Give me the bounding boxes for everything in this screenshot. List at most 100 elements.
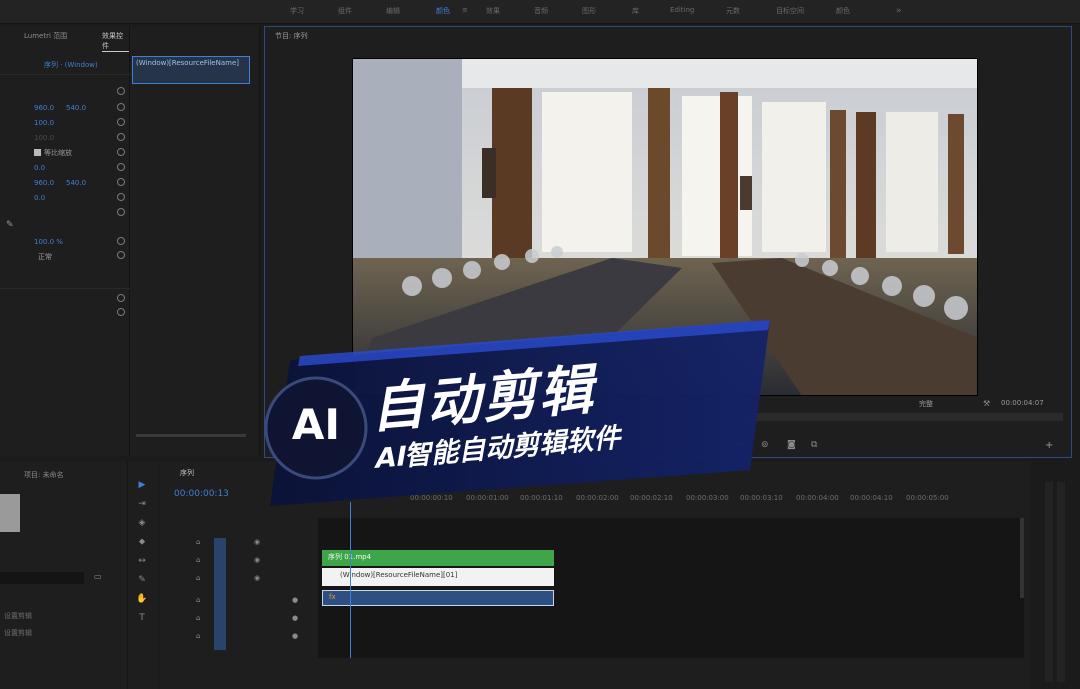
duration-timecode: 00:00:04:07 [1001,399,1044,407]
lock-icon[interactable]: ⌂ [196,596,200,604]
wrench-icon[interactable]: ⚒ [983,399,990,408]
reset-icon[interactable] [117,237,125,245]
workspace-tab[interactable]: 音频 [534,6,548,16]
mic-icon[interactable]: ● [292,596,298,604]
more-workspaces-icon[interactable]: » [896,6,902,16]
anti-flicker-value[interactable]: 0.0 [34,194,45,202]
opacity-value[interactable]: 100.0 % [34,238,63,246]
type-tool-icon[interactable]: T [136,613,148,625]
reset-icon[interactable] [117,87,125,95]
track-select-icon[interactable]: ⇥ [136,499,148,511]
fit-select[interactable]: 完整 [919,399,933,409]
reset-icon[interactable] [117,193,125,201]
workspace-tab[interactable]: 图形 [582,6,596,16]
project-thumbnail[interactable] [0,494,20,532]
workspace-tab[interactable]: 目标空间 [776,6,804,16]
timeline-timecode[interactable]: 00:00:00:13 [174,489,229,499]
audio-meter-left [1045,482,1053,682]
reset-icon[interactable] [117,178,125,186]
workspace-tab[interactable]: 效果 [486,6,500,16]
workspace-tab[interactable]: 库 [632,6,639,16]
audio-meter-panel [1035,462,1080,689]
selected-clip-item[interactable]: (Window)[ResourceFileName] [132,56,250,84]
eye-icon[interactable]: ◉ [254,574,260,582]
workspace-tab-active[interactable]: 颜色 [436,6,450,16]
workspace-menu-icon[interactable]: ≡ [462,6,468,14]
ruler-tick: 00:00:04:10 [850,494,893,502]
program-monitor-title[interactable]: 节目: 序列 [275,31,308,41]
lock-icon[interactable]: ⌂ [196,574,200,582]
position-y-value[interactable]: 540.0 [66,104,86,112]
reset-icon[interactable] [117,294,125,302]
scale-value[interactable]: 100.0 [34,119,54,127]
slip-tool-icon[interactable]: ↔ [136,556,148,568]
horizontal-scrollbar[interactable] [136,434,246,437]
mic-icon[interactable]: ● [292,614,298,622]
anchor-x-value[interactable]: 960.0 [34,179,54,187]
reset-icon[interactable] [117,133,125,141]
workspace-tab[interactable]: 学习 [290,6,304,16]
reset-icon[interactable] [117,251,125,259]
effects-browser-panel: (Window)[ResourceFileName] [130,26,260,456]
razor-tool-icon[interactable]: ⬥ [136,537,148,549]
project-search-input[interactable] [0,572,84,584]
mic-icon[interactable]: ● [292,632,298,640]
project-panel: 项目: 未命名 ▭ 设置剪辑 设置剪辑 [0,462,128,689]
ruler-tick: 00:00:04:00 [796,494,839,502]
playhead-bar[interactable] [731,413,1063,421]
reset-icon[interactable] [117,118,125,126]
compare-icon[interactable]: ⧉ [811,440,817,450]
position-x-value[interactable]: 960.0 [34,104,54,112]
workspace-tab[interactable]: 组件 [338,6,352,16]
playhead-line[interactable] [350,502,351,658]
divider [0,74,130,75]
uniform-scale-checkbox[interactable] [34,149,41,156]
timeline-tab[interactable]: 序列 [180,468,194,478]
promo-banner: AI 自动剪辑 AI智能自动剪辑软件 [250,320,770,510]
workspace-tab[interactable]: Editing [670,6,694,14]
selection-tool-icon[interactable]: ▶ [136,480,148,492]
uniform-scale-label: 等比缩放 [44,149,72,157]
workspace-tab[interactable]: 元数 [726,6,740,16]
divider [0,288,130,289]
rotation-value[interactable]: 0.0 [34,164,45,172]
hand-tool-icon[interactable]: ✋ [136,594,148,606]
timeline-clip-video1[interactable]: (Window)[ResourceFileName][01] [322,568,554,586]
folder-icon[interactable]: ▭ [94,572,102,581]
reset-icon[interactable] [117,163,125,171]
lock-icon[interactable]: ⌂ [196,538,200,546]
vertical-scrollbar[interactable] [1020,518,1024,598]
track-area[interactable] [318,518,1024,658]
pen-tool-icon[interactable]: ✎ [136,575,148,587]
eye-icon[interactable]: ◉ [254,556,260,564]
tab-effect-controls[interactable]: 效果控件 [102,31,129,52]
blend-mode-select[interactable]: 正常 [38,252,52,262]
reset-icon[interactable] [117,103,125,111]
project-row[interactable]: 设置剪辑 [4,628,32,638]
lock-icon[interactable]: ⌂ [196,614,200,622]
reset-icon[interactable] [117,148,125,156]
track-target-column[interactable] [214,538,226,650]
timeline-clip-audio1[interactable]: fx [322,590,554,606]
promo-ai-badge: AI [291,400,341,449]
tab-lumetri-scopes[interactable]: Lumetri 范围 [24,31,67,41]
workspace-bar: 学习 组件 编辑 颜色 ≡ 效果 音频 图形 库 Editing 元数 目标空间… [0,0,1080,24]
add-button-icon[interactable]: + [1045,440,1053,451]
lock-icon[interactable]: ⌂ [196,632,200,640]
eye-icon[interactable]: ◉ [254,538,260,546]
reset-icon[interactable] [117,208,125,216]
project-row[interactable]: 设置剪辑 [4,611,32,621]
pen-mask-icon[interactable]: ✎ [6,220,14,230]
timeline-clip-video2[interactable]: 序列 01.mp4 [322,550,554,566]
workspace-tab[interactable]: 颜色 [836,6,850,16]
scale-width-value: 100.0 [34,134,55,142]
reset-icon[interactable] [117,308,125,316]
audio-meter-right [1057,482,1065,682]
lock-icon[interactable]: ⌂ [196,556,200,564]
camera-icon[interactable]: ◙ [787,440,796,450]
anchor-y-value[interactable]: 540.0 [66,179,86,187]
workspace-tab[interactable]: 编辑 [386,6,400,16]
clip-selector[interactable]: 序列 · (Window) [44,60,98,70]
ripple-edit-icon[interactable]: ◈ [136,518,148,530]
project-title[interactable]: 项目: 未命名 [24,470,64,480]
